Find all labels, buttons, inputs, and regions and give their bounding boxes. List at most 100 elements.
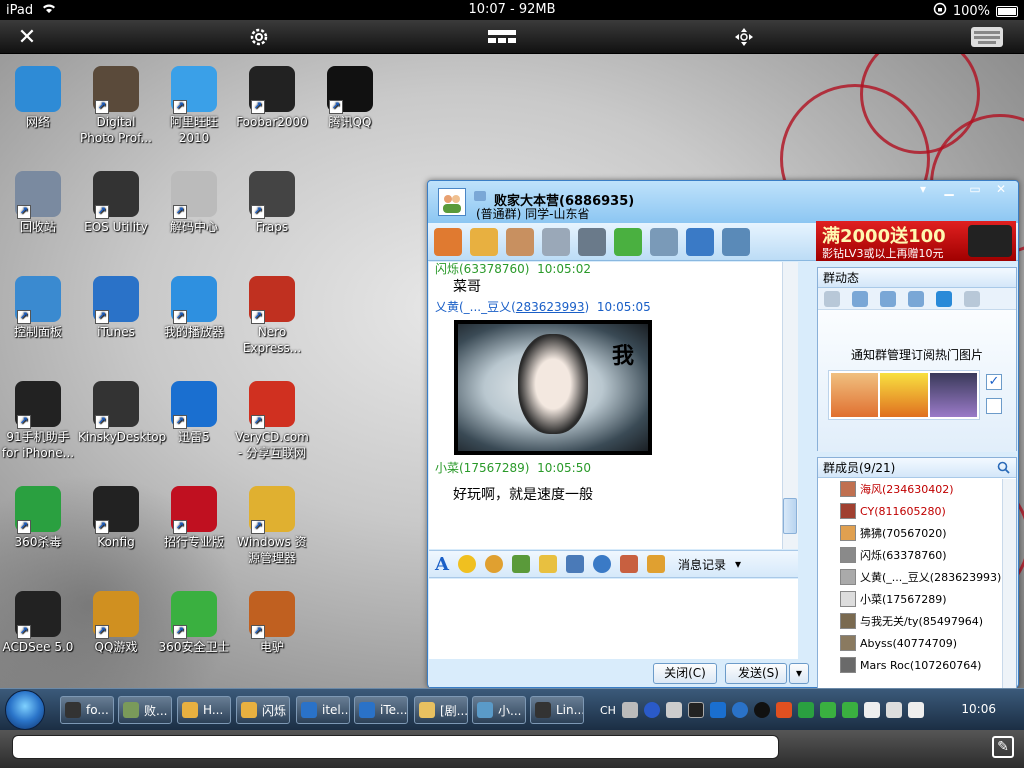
gear-icon[interactable] bbox=[244, 20, 274, 54]
desktop-icon[interactable]: ↗ 回收站 bbox=[0, 171, 76, 235]
speaker-icon[interactable] bbox=[852, 290, 868, 307]
volume-icon[interactable] bbox=[907, 702, 924, 718]
close-chat-button[interactable]: 关闭(C) bbox=[653, 663, 717, 684]
konfig-tray-icon[interactable] bbox=[687, 702, 704, 718]
desktop-icon[interactable]: ↗ 360安全卫士 bbox=[156, 591, 232, 655]
poker-game-icon[interactable] bbox=[578, 227, 606, 256]
ad-banner[interactable]: 满2000送100 影钻LV3或以上再赠10元 bbox=[816, 221, 1016, 261]
taskbar-button[interactable]: fo... bbox=[60, 696, 114, 724]
network-icon[interactable] bbox=[885, 702, 902, 718]
itunes-tray-icon[interactable] bbox=[731, 702, 748, 718]
keyboard-icon[interactable] bbox=[968, 20, 1006, 54]
thumbnail[interactable] bbox=[929, 373, 977, 417]
member-row[interactable]: Mars Roc(107260764) bbox=[818, 654, 1016, 676]
desktop-icon[interactable]: ↗ 电驴 bbox=[234, 591, 310, 655]
prev-arrow-icon[interactable] bbox=[824, 290, 840, 307]
search-icon[interactable] bbox=[997, 461, 1010, 477]
desktop-icon[interactable]: ↗ 91手机助手 for iPhone... bbox=[0, 381, 76, 461]
360-tray-icon[interactable] bbox=[797, 702, 814, 718]
scrollbar-thumb[interactable] bbox=[783, 498, 797, 534]
desktop-icon[interactable]: ↗ ACDSee 5.0 bbox=[0, 591, 76, 655]
desktop-icon[interactable]: ↗ Foobar2000 bbox=[234, 66, 310, 130]
message-history[interactable]: 闪烁(63378760) 10:05:02 菜哥 乂黄(_..._豆乂(2836… bbox=[429, 262, 798, 549]
taskbar-button[interactable]: iTe... bbox=[354, 696, 408, 724]
sender-id-link[interactable]: 283623993 bbox=[516, 300, 585, 314]
thumbnail[interactable] bbox=[880, 373, 928, 417]
member-row[interactable]: 小菜(17567289) bbox=[818, 588, 1016, 610]
chevron-down-icon[interactable]: ▾ bbox=[735, 557, 741, 571]
thunder-tray-icon[interactable] bbox=[709, 702, 726, 718]
desktop-icon[interactable]: ↗ 迅雷5 bbox=[156, 381, 232, 445]
group-avatar[interactable] bbox=[438, 188, 466, 216]
home-icon[interactable] bbox=[434, 227, 462, 256]
message-history-button[interactable]: 消息记录 bbox=[678, 556, 726, 573]
member-row[interactable]: Abyss(40774709) bbox=[818, 632, 1016, 654]
photo-icon[interactable] bbox=[880, 290, 896, 307]
desktop-icon[interactable]: ↗ 控制面板 bbox=[0, 276, 76, 340]
taskbar-button[interactable]: 败... bbox=[118, 696, 172, 724]
window-close-button[interactable]: ✕ bbox=[988, 181, 1014, 197]
history-icon[interactable] bbox=[646, 555, 665, 573]
checkbox-checked[interactable]: ✓ bbox=[986, 374, 1002, 390]
desktop-icon[interactable]: ↗ 我的播放器 bbox=[156, 276, 232, 340]
taskbar-button[interactable]: H... bbox=[177, 696, 231, 724]
desktop-icon[interactable]: ↗ Digital Photo Prof... bbox=[78, 66, 154, 146]
send-options-chevron-icon[interactable]: ▾ bbox=[789, 663, 809, 684]
taskbar-button[interactable]: Lin... bbox=[530, 696, 584, 724]
desktop-icon[interactable]: ↗ VeryCD.com - 分享互联网 bbox=[234, 381, 310, 461]
feed-thumbnails[interactable] bbox=[828, 370, 980, 420]
emoji-icon[interactable] bbox=[457, 555, 476, 573]
member-row[interactable]: 乂黄(_..._豆乂(283623993) bbox=[818, 566, 1016, 588]
taskbar-button[interactable]: [剧... bbox=[414, 696, 468, 724]
shared-photo[interactable]: 我 bbox=[454, 320, 652, 455]
screenshot-icon[interactable] bbox=[565, 555, 584, 573]
shield-tray-icon[interactable] bbox=[841, 702, 858, 718]
member-row[interactable]: CY(811605280) bbox=[818, 500, 1016, 522]
font-icon[interactable]: A bbox=[435, 554, 449, 575]
active-tab-icon[interactable] bbox=[936, 290, 952, 307]
start-button[interactable] bbox=[5, 690, 45, 730]
tools-icon[interactable] bbox=[650, 227, 678, 256]
desktop-icon[interactable]: 网络 bbox=[0, 66, 76, 130]
taskbar-clock[interactable]: 10:06 bbox=[961, 702, 996, 716]
tray-expand-icon[interactable] bbox=[665, 702, 682, 718]
close-icon[interactable]: ✕ bbox=[12, 20, 42, 54]
shake-icon[interactable] bbox=[619, 555, 638, 573]
next-arrow-icon[interactable] bbox=[964, 290, 980, 307]
taskbar-button[interactable]: 小... bbox=[472, 696, 526, 724]
desktop-icon[interactable]: ↗ 解码中心 bbox=[156, 171, 232, 235]
member-row[interactable]: 海风(234630402) bbox=[818, 478, 1016, 500]
ime-indicator[interactable]: CH bbox=[600, 704, 616, 717]
send-button[interactable]: 发送(S) bbox=[725, 663, 787, 684]
flag-icon[interactable] bbox=[863, 702, 880, 718]
desktop-icon[interactable]: ↗ Nero Express... bbox=[234, 276, 310, 356]
desktop-icon[interactable]: ↗ KinskyDesktop bbox=[78, 381, 166, 445]
maximize-button[interactable]: ▭ bbox=[962, 181, 988, 197]
minimize-button[interactable]: ▁ bbox=[936, 181, 962, 197]
security-tray-icon[interactable] bbox=[819, 702, 836, 718]
desktop-icon[interactable]: ↗ iTunes bbox=[78, 276, 154, 340]
chat-title-bar[interactable]: 败家大本营(6886935) (普通群) 同学-山东省 ▾ ▁ ▭ ✕ bbox=[428, 181, 1018, 223]
desktop-icon[interactable]: ↗ Windows 资源管理器 bbox=[234, 486, 310, 566]
add-icon[interactable] bbox=[614, 227, 642, 256]
list-icon[interactable] bbox=[908, 290, 924, 307]
text-input-field[interactable] bbox=[12, 735, 779, 759]
member-row[interactable]: 狒狒(70567020) bbox=[818, 522, 1016, 544]
soso-icon[interactable] bbox=[592, 555, 611, 573]
picture-icon[interactable] bbox=[511, 555, 530, 573]
members-scrollbar[interactable] bbox=[1002, 479, 1016, 688]
desktop-icon[interactable]: ↗ EOS Utility bbox=[78, 171, 154, 235]
compose-icon[interactable]: ✎ bbox=[992, 736, 1014, 758]
desktop-icon[interactable]: ↗ Konfig bbox=[78, 486, 154, 550]
group-settings-icon[interactable] bbox=[686, 227, 714, 256]
member-row[interactable]: 与我无关/ty(85497964) bbox=[818, 610, 1016, 632]
gear-menu-icon[interactable] bbox=[722, 227, 750, 256]
checkbox-unchecked[interactable] bbox=[986, 398, 1002, 414]
folder-icon[interactable] bbox=[470, 227, 498, 256]
desktop-icon[interactable]: ↗ Fraps bbox=[234, 171, 310, 235]
keyboard-layout-icon[interactable] bbox=[621, 702, 638, 718]
message-input[interactable] bbox=[429, 579, 798, 659]
desktop-icon[interactable]: ↗ 阿里旺旺 2010 bbox=[156, 66, 232, 146]
desktop-icon[interactable]: ↗ QQ游戏 bbox=[78, 591, 154, 655]
desktop-icon[interactable]: ↗ 腾讯QQ bbox=[312, 66, 388, 130]
